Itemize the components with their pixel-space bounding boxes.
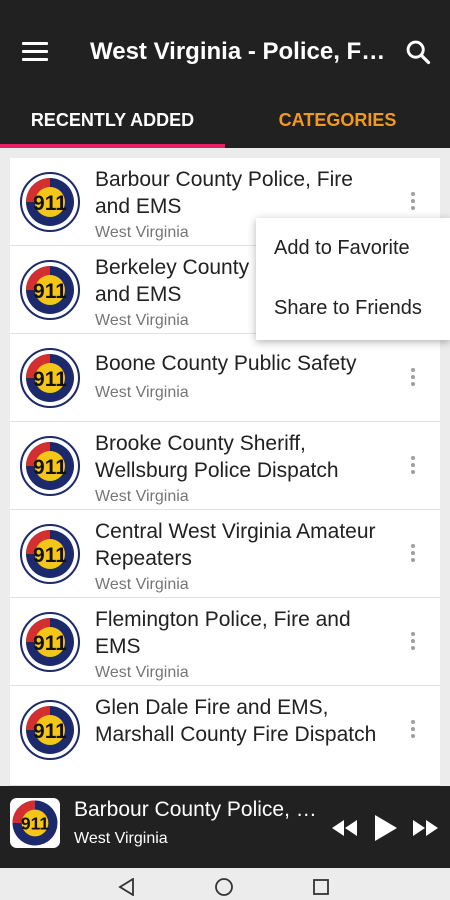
more-vert-icon[interactable] xyxy=(410,368,416,390)
system-nav-bar xyxy=(0,868,450,900)
more-vert-icon[interactable] xyxy=(410,632,416,654)
station-subtitle: West Virginia xyxy=(95,384,189,401)
menu-item-share-to-friends[interactable]: Share to Friends xyxy=(256,278,450,338)
station-subtitle: West Virginia xyxy=(95,664,189,681)
station-title: Flemington Police, Fire and EMS xyxy=(95,608,351,658)
svg-text:911: 911 xyxy=(33,544,67,567)
svg-text:911: 911 xyxy=(33,368,67,391)
search-icon[interactable] xyxy=(404,38,432,66)
scanner-911-logo-icon: 911 xyxy=(20,612,80,672)
list-item[interactable]: 911 Central West Virginia Amateur Repeat… xyxy=(10,510,440,598)
scanner-911-logo-icon: 911 xyxy=(20,700,80,760)
hamburger-menu-icon[interactable] xyxy=(22,42,48,62)
scanner-911-logo-icon: 911 xyxy=(10,798,60,848)
station-title: Boone County Public Safety xyxy=(95,352,357,375)
svg-text:911: 911 xyxy=(33,720,67,743)
scanner-911-logo-icon: 911 xyxy=(20,436,80,496)
svg-text:911: 911 xyxy=(33,280,67,303)
more-vert-icon[interactable] xyxy=(410,192,416,214)
station-subtitle: West Virginia xyxy=(95,312,189,329)
status-bar xyxy=(0,0,450,14)
back-icon[interactable] xyxy=(118,878,136,896)
scanner-911-logo-icon: 911 xyxy=(20,524,80,584)
recent-apps-icon[interactable] xyxy=(312,878,330,896)
fast-forward-icon[interactable] xyxy=(412,818,440,838)
tab-recently-added[interactable]: RECENTLY ADDED xyxy=(0,92,225,148)
list-item[interactable]: 911 Flemington Police, Fire and EMS West… xyxy=(10,598,440,686)
svg-text:911: 911 xyxy=(33,456,67,479)
station-subtitle: West Virginia xyxy=(95,576,189,593)
player-subtitle: West Virginia xyxy=(74,830,168,847)
svg-text:911: 911 xyxy=(33,632,67,655)
player-title: Barbour County Police, Fire and EMS xyxy=(74,798,324,821)
now-playing-bar[interactable]: 911 Barbour County Police, Fire and EMS … xyxy=(0,786,450,868)
station-subtitle: West Virginia xyxy=(95,488,189,505)
overflow-popup-menu: Add to Favorite Share to Friends xyxy=(256,218,450,340)
scanner-911-logo-icon: 911 xyxy=(20,348,80,408)
svg-text:911: 911 xyxy=(21,814,49,834)
rewind-icon[interactable] xyxy=(330,818,358,838)
more-vert-icon[interactable] xyxy=(410,720,416,742)
tab-categories[interactable]: CATEGORIES xyxy=(225,92,450,148)
station-title: Glen Dale Fire and EMS, Marshall County … xyxy=(95,696,377,746)
home-icon[interactable] xyxy=(214,877,234,897)
svg-text:911: 911 xyxy=(33,192,67,215)
play-icon[interactable] xyxy=(372,814,398,842)
more-vert-icon[interactable] xyxy=(410,456,416,478)
menu-item-add-to-favorite[interactable]: Add to Favorite xyxy=(256,218,450,278)
list-item[interactable]: 911 Brooke County Sheriff, Wellsburg Pol… xyxy=(10,422,440,510)
station-subtitle: West Virginia xyxy=(95,224,189,241)
station-title: Central West Virginia Amateur Repeaters xyxy=(95,520,376,570)
scanner-911-logo-icon: 911 xyxy=(20,172,80,232)
app-bar: West Virginia - Police, Fire and EMS xyxy=(0,14,450,92)
station-title: Barbour County Police, Fire and EMS xyxy=(95,168,353,218)
tab-bar: RECENTLY ADDED CATEGORIES xyxy=(0,92,450,148)
scanner-911-logo-icon: 911 xyxy=(20,260,80,320)
list-item[interactable]: 911 Boone County Public Safety West Virg… xyxy=(10,334,440,422)
station-title: Brooke County Sheriff, Wellsburg Police … xyxy=(95,432,339,482)
list-item[interactable]: 911 Glen Dale Fire and EMS, Marshall Cou… xyxy=(10,686,440,786)
page-title: West Virginia - Police, Fire and EMS xyxy=(90,38,390,65)
more-vert-icon[interactable] xyxy=(410,544,416,566)
